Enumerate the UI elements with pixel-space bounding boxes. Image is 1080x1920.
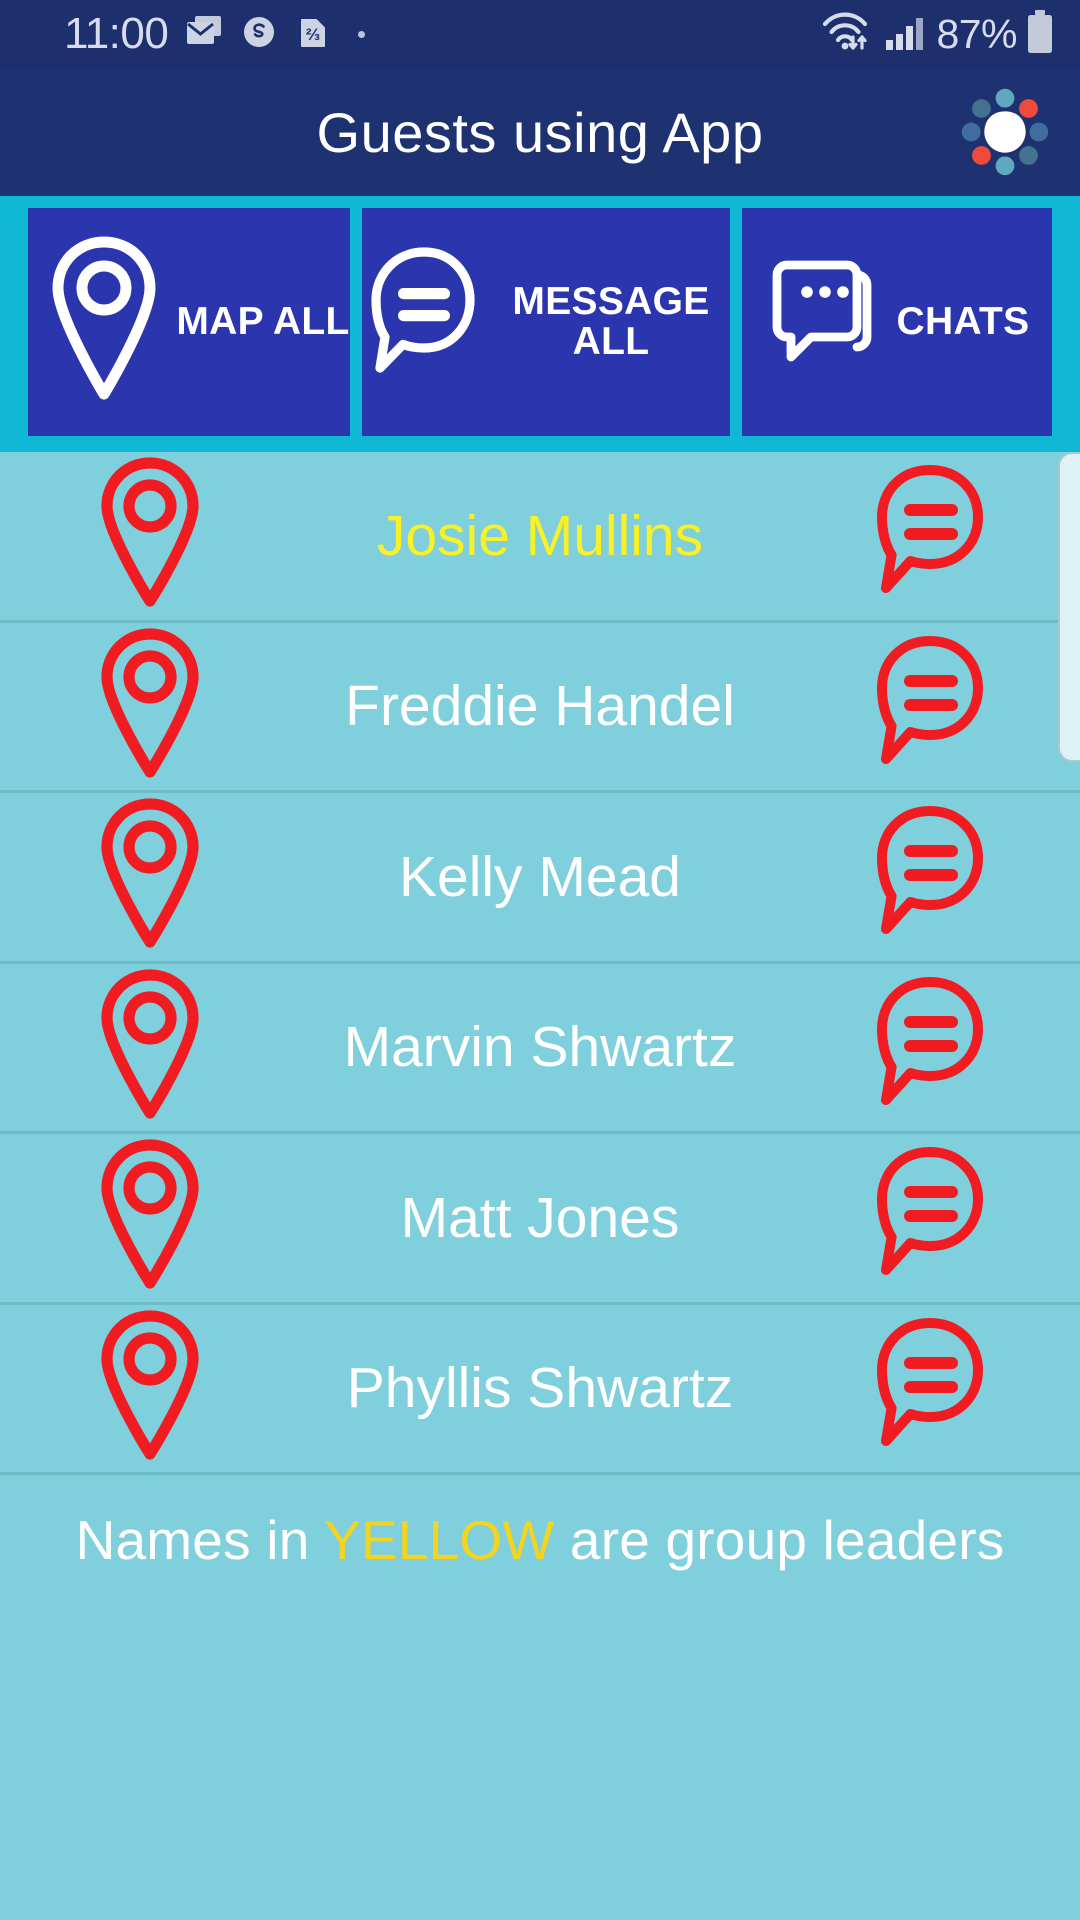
wifi-icon — [820, 10, 874, 59]
sim-card-icon: ⅔ — [294, 13, 332, 56]
row-chat-button[interactable] — [780, 970, 1080, 1125]
chat-bubble-icon — [868, 799, 992, 954]
guest-name-label: Kelly Mead — [399, 844, 681, 909]
footer-banner: Names in YELLOW are group leaders — [0, 1476, 1080, 1920]
row-chat-button[interactable] — [780, 1311, 1080, 1466]
row-map-pin-button[interactable] — [0, 453, 300, 618]
map-pin-icon — [91, 794, 209, 959]
chats-button[interactable]: CHATS — [742, 208, 1052, 436]
guest-name-cell[interactable]: Kelly Mead — [300, 848, 780, 906]
battery-percent-label: 87% — [936, 10, 1017, 57]
guest-name-label: Phyllis Shwartz — [346, 1356, 734, 1421]
guest-name-cell[interactable]: Matt Jones — [300, 1189, 780, 1247]
scrollbar-thumb[interactable] — [1058, 452, 1080, 762]
message-all-label: MESSAGE ALL — [512, 280, 710, 363]
row-map-pin-button[interactable] — [0, 624, 300, 789]
map-pin-icon — [91, 624, 209, 789]
row-map-pin-button[interactable] — [0, 794, 300, 959]
table-row[interactable]: Matt Jones — [0, 1134, 1080, 1305]
row-chat-button[interactable] — [780, 629, 1080, 784]
legend-prefix: Names in — [75, 1509, 324, 1571]
map-pin-icon — [91, 1306, 209, 1471]
status-bar: 11:00 ⅔ 87% — [0, 0, 1080, 68]
map-pin-icon — [91, 1135, 209, 1300]
chat-bubble-icon — [868, 1140, 992, 1295]
chats-icon — [765, 245, 891, 400]
app-screen: 11:00 ⅔ 87% Guests using App MAP ALL MES… — [0, 0, 1080, 1920]
app-bar: Guests using App — [0, 68, 1080, 196]
map-all-button[interactable]: MAP ALL — [28, 208, 350, 436]
row-chat-button[interactable] — [780, 458, 1080, 613]
legend-suffix: are group leaders — [554, 1509, 1005, 1571]
table-row[interactable]: Freddie Handel — [0, 622, 1080, 793]
envelope-icon — [184, 12, 224, 57]
dot-icon — [358, 30, 366, 38]
chat-bubble-icon — [868, 1311, 992, 1466]
app-logo-icon[interactable] — [958, 85, 1052, 179]
row-map-pin-button[interactable] — [0, 965, 300, 1130]
row-map-pin-button[interactable] — [0, 1135, 300, 1300]
guest-name-label: Freddie Handel — [345, 674, 735, 739]
skype-icon — [240, 13, 278, 56]
status-clock: 11:00 — [64, 9, 169, 58]
chat-bubble-icon — [868, 458, 992, 613]
legend-highlight: YELLOW — [323, 1509, 555, 1571]
battery-icon — [1026, 9, 1054, 60]
row-map-pin-button[interactable] — [0, 1306, 300, 1471]
guest-name-cell[interactable]: Phyllis Shwartz — [300, 1359, 780, 1417]
chats-label: CHATS — [896, 300, 1030, 344]
page-title: Guests using App — [316, 100, 764, 164]
guest-name-label: Marvin Shwartz — [343, 1015, 737, 1080]
map-pin-icon — [38, 230, 170, 415]
chat-bubble-icon — [868, 629, 992, 784]
map-pin-icon — [91, 453, 209, 618]
map-all-label: MAP ALL — [176, 300, 350, 344]
guest-name-label: Matt Jones — [400, 1185, 680, 1250]
status-bar-right: 87% — [820, 9, 1054, 60]
guest-list: Josie Mullins Freddie Handel Kelly Mead … — [0, 452, 1080, 1476]
guest-name-label: Josie Mullins — [376, 503, 704, 568]
table-row[interactable]: Josie Mullins — [0, 452, 1080, 623]
guest-name-cell[interactable]: Josie Mullins — [300, 507, 780, 565]
table-row[interactable]: Marvin Shwartz — [0, 963, 1080, 1134]
status-bar-left: 11:00 ⅔ — [64, 9, 366, 58]
chat-bubble-icon — [868, 970, 992, 1125]
action-button-bar: MAP ALL MESSAGE ALL CHATS — [0, 196, 1080, 452]
row-chat-button[interactable] — [780, 799, 1080, 954]
table-row[interactable]: Phyllis Shwartz — [0, 1304, 1080, 1475]
guest-name-cell[interactable]: Marvin Shwartz — [300, 1018, 780, 1076]
message-all-button[interactable]: MESSAGE ALL — [362, 208, 730, 436]
svg-text:⅔: ⅔ — [306, 25, 320, 44]
map-pin-icon — [91, 965, 209, 1130]
message-bubble-icon — [362, 236, 486, 409]
guest-name-cell[interactable]: Freddie Handel — [300, 677, 780, 735]
table-row[interactable]: Kelly Mead — [0, 793, 1080, 964]
row-chat-button[interactable] — [780, 1140, 1080, 1295]
legend-text: Names in YELLOW are group leaders — [76, 1508, 1005, 1572]
cellular-signal-icon — [883, 10, 927, 59]
